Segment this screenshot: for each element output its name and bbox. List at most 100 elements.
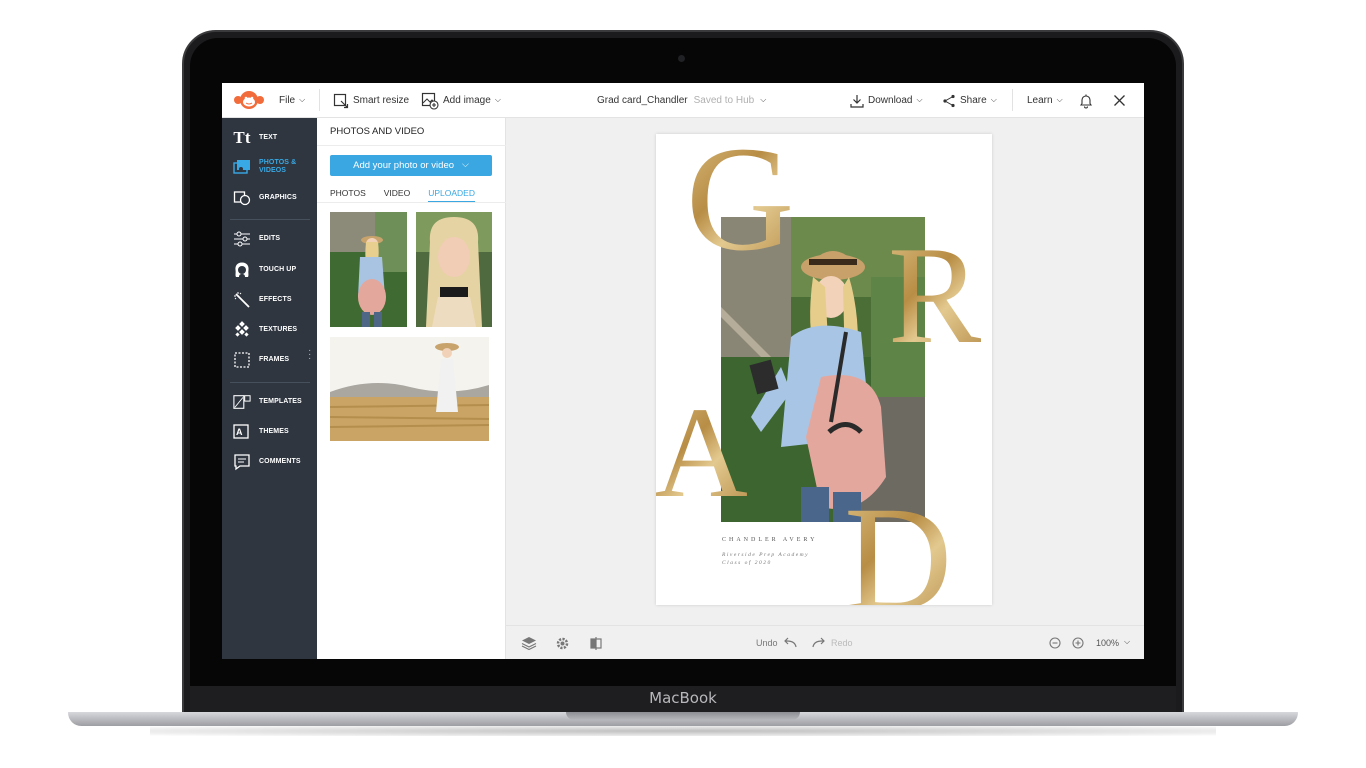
panel-resize-handle-icon[interactable]: · · · xyxy=(308,346,311,364)
sidebar-item-text[interactable]: Tt TEXT xyxy=(222,125,317,151)
uploaded-photo-thumbnail[interactable] xyxy=(330,212,407,327)
redo-button[interactable]: Redo xyxy=(812,626,853,659)
close-button[interactable] xyxy=(1113,83,1126,118)
sidebar-item-label: EDITS xyxy=(259,235,281,242)
design-canvas[interactable]: G R A D CHANDLER AVERY Riverside Prep Ac… xyxy=(506,118,1144,625)
undo-button[interactable]: Undo xyxy=(756,626,797,659)
compare-button[interactable] xyxy=(589,626,603,659)
add-image-button[interactable]: Add image ⌵ xyxy=(421,83,501,118)
zoom-level-select[interactable]: 100% ⌵ xyxy=(1096,626,1130,659)
school-name: Riverside Prep Academy xyxy=(722,552,810,558)
add-photo-video-button[interactable]: Add your photo or video ⌵ xyxy=(330,155,492,176)
sidebar-item-label: TEXT xyxy=(259,134,278,141)
graduate-name[interactable]: CHANDLER AVERY xyxy=(722,537,817,543)
chevron-down-icon: ⌵ xyxy=(990,94,997,104)
frame-icon xyxy=(233,351,251,369)
laptop-notch xyxy=(566,712,800,720)
sidebar-item-label: THEMES xyxy=(259,428,289,435)
text-icon: Tt xyxy=(233,128,251,147)
school-info[interactable]: Riverside Prep Academy Class of 2020 xyxy=(722,551,809,567)
uploaded-photo-thumbnail[interactable] xyxy=(416,212,492,327)
sidebar-item-frames[interactable]: FRAMES xyxy=(222,347,317,373)
magic-wand-icon xyxy=(233,291,251,309)
gear-icon xyxy=(556,637,569,649)
zoom-in-button[interactable] xyxy=(1072,626,1084,659)
sidebar-divider xyxy=(230,382,310,383)
notifications-button[interactable] xyxy=(1078,83,1094,118)
learn-menu[interactable]: Learn ⌵ xyxy=(1027,83,1063,118)
monkey-logo-icon[interactable] xyxy=(232,89,266,111)
class-year: Class of 2020 xyxy=(722,560,772,566)
graphics-icon xyxy=(233,189,251,207)
tool-sidebar: Tt TEXT PHOTOS & VIDEOS GRAPHICS EDITS T… xyxy=(222,118,317,659)
stage: MacBook File ⌵ Smart resize Add image ⌵ … xyxy=(0,0,1366,768)
layers-button[interactable] xyxy=(521,626,537,659)
top-toolbar: File ⌵ Smart resize Add image ⌵ Grad car… xyxy=(222,83,1144,118)
card-letter-d[interactable]: D xyxy=(844,484,952,605)
redo-icon xyxy=(812,637,825,648)
tab-video[interactable]: VIDEO xyxy=(384,188,410,202)
chevron-down-icon: ⌵ xyxy=(1056,94,1063,104)
zoom-level: 100% xyxy=(1096,638,1120,648)
comments-icon xyxy=(233,453,251,471)
chevron-down-icon: ⌵ xyxy=(1124,637,1131,646)
sliders-icon xyxy=(233,230,251,248)
sidebar-item-themes[interactable]: A THEMES xyxy=(222,419,317,445)
sidebar-divider xyxy=(230,219,310,220)
sidebar-item-comments[interactable]: COMMENTS xyxy=(222,449,317,475)
smart-resize-label: Smart resize xyxy=(353,95,410,106)
sidebar-item-label: PHOTOS & VIDEOS xyxy=(259,159,297,174)
learn-label: Learn xyxy=(1027,95,1053,106)
app-screen: File ⌵ Smart resize Add image ⌵ Grad car… xyxy=(222,83,1144,659)
texture-icon xyxy=(233,321,251,339)
sidebar-item-label: TEXTURES xyxy=(259,326,298,333)
laptop-brand: MacBook xyxy=(649,689,717,707)
sidebar-item-label: EFFECTS xyxy=(259,296,292,303)
chevron-down-icon: ⌵ xyxy=(916,94,923,104)
laptop-shadow xyxy=(150,726,1216,736)
save-status: Saved to Hub xyxy=(693,95,755,106)
layers-icon xyxy=(521,637,537,651)
share-label: Share xyxy=(960,95,987,106)
panel-divider xyxy=(317,145,506,146)
download-label: Download xyxy=(868,95,913,106)
bell-icon xyxy=(1079,94,1093,108)
document-title[interactable]: Grad card_Chandler Saved to Hub ⌵ xyxy=(597,83,766,118)
tab-uploaded[interactable]: UPLOADED xyxy=(428,188,475,202)
zoom-in-icon xyxy=(1072,637,1084,649)
sidebar-item-label: GRAPHICS xyxy=(259,194,297,201)
photos-icon xyxy=(233,158,251,176)
face-icon xyxy=(233,261,251,279)
uploaded-photo-thumbnail[interactable] xyxy=(330,337,489,441)
smart-resize-button[interactable]: Smart resize xyxy=(333,83,409,118)
sidebar-item-label: TEMPLATES xyxy=(259,398,302,405)
sidebar-item-textures[interactable]: TEXTURES xyxy=(222,317,317,343)
file-menu[interactable]: File ⌵ xyxy=(279,83,305,118)
bottom-toolbar: Undo Redo 100% ⌵ xyxy=(506,625,1144,659)
chevron-down-icon: ⌵ xyxy=(760,94,767,104)
undo-icon xyxy=(783,637,797,648)
sidebar-item-templates[interactable]: TEMPLATES xyxy=(222,389,317,415)
share-button[interactable]: Share ⌵ xyxy=(942,83,997,118)
add-image-label: Add image xyxy=(443,95,491,106)
card-letter-g[interactable]: G xyxy=(686,134,794,274)
sidebar-item-touch-up[interactable]: TOUCH UP xyxy=(222,257,317,283)
tab-photos[interactable]: PHOTOS xyxy=(330,188,366,202)
sidebar-item-graphics[interactable]: GRAPHICS xyxy=(222,185,317,211)
chevron-down-icon: ⌵ xyxy=(462,159,469,169)
svg-text:A: A xyxy=(236,427,243,437)
doc-title-text: Grad card_Chandler xyxy=(597,95,688,106)
sidebar-item-effects[interactable]: EFFECTS xyxy=(222,287,317,313)
sidebar-item-edits[interactable]: EDITS xyxy=(222,226,317,252)
download-icon xyxy=(850,94,864,108)
close-icon xyxy=(1114,95,1125,106)
settings-button[interactable] xyxy=(555,626,570,659)
zoom-out-button[interactable] xyxy=(1049,626,1061,659)
grad-card[interactable]: G R A D CHANDLER AVERY Riverside Prep Ac… xyxy=(656,134,992,605)
card-letter-r[interactable]: R xyxy=(888,226,981,366)
templates-icon xyxy=(233,393,251,411)
card-letter-a[interactable]: A xyxy=(656,388,748,518)
sidebar-item-photos-videos[interactable]: PHOTOS & VIDEOS xyxy=(222,154,317,180)
download-button[interactable]: Download ⌵ xyxy=(850,83,923,118)
divider xyxy=(319,89,320,111)
